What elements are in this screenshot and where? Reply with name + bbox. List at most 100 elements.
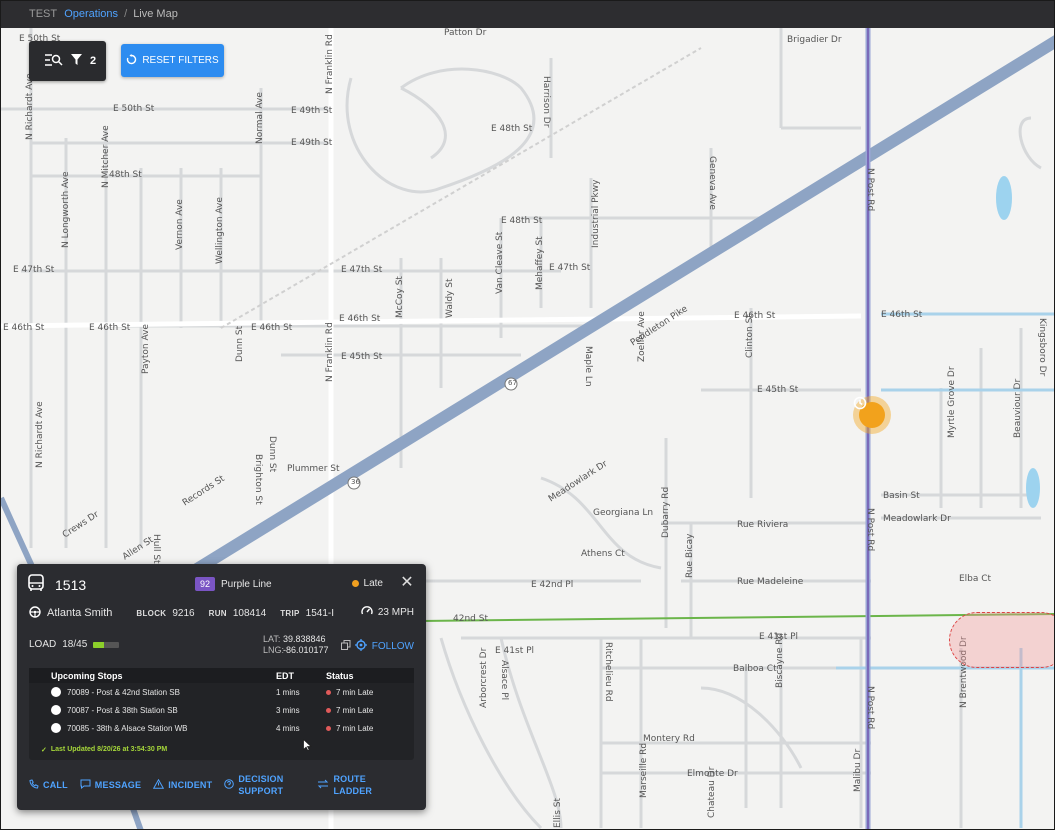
message-label: MESSAGE [94, 780, 142, 790]
load-value: 18/45 [62, 639, 88, 650]
decision-label-line2: SUPPORT [238, 786, 284, 796]
speed-value: 23 MPH [377, 607, 414, 618]
stop-status: 7 min Late [336, 723, 374, 733]
stop-radio[interactable] [51, 723, 61, 733]
route-badge: 92 Purple Line [195, 577, 272, 591]
stop-name: 70089 - Post & 42nd Station SB [67, 687, 180, 697]
clock-icon [853, 396, 885, 428]
search-list-icon[interactable] [45, 53, 63, 69]
trip-info: TRIP 1541-I [280, 608, 334, 619]
map-label: E 45th St [341, 352, 383, 362]
map-label: E 48th St [501, 216, 543, 226]
map-label: Georgiana Ln [593, 508, 654, 518]
vehicle-location-row: LOAD 18/45 LAT: 39.838846 LNG:-86.010177 … [29, 634, 414, 664]
message-button[interactable]: MESSAGE [80, 779, 141, 791]
lat-label: LAT: [263, 634, 281, 644]
run-info: RUN 108414 [209, 608, 267, 619]
map-label: Brigadier Dr [787, 35, 842, 45]
follow-label: FOLLOW [371, 641, 414, 652]
phone-icon [29, 779, 39, 791]
map-label: Mehaffey St [535, 236, 545, 290]
map-label: N Post Rd [865, 686, 875, 730]
map-label: Industrial Pkwy [591, 179, 601, 248]
route-name: Purple Line [221, 578, 272, 590]
call-button[interactable]: CALL [29, 779, 68, 791]
close-icon[interactable]: ✕ [399, 574, 415, 592]
follow-button[interactable]: FOLLOW [354, 639, 414, 654]
vehicle-status: Late [351, 578, 383, 589]
breadcrumb-current-page: Live Map [133, 8, 178, 20]
column-header-edt: EDT [276, 670, 294, 681]
vehicle-header: 1513 92 Purple Line Late ✕ [27, 573, 417, 596]
map-label: Vernon Ave [175, 199, 185, 250]
last-updated: ✓ Last Updated 8/20/26 at 3:54:30 PM [41, 746, 167, 754]
mouse-cursor-icon [303, 738, 313, 756]
map-label: Zoeller Ave [637, 311, 647, 362]
decision-label-line1: DECISION [238, 774, 284, 784]
stop-radio[interactable] [51, 687, 61, 697]
map-label: Waldy St [445, 278, 455, 318]
filter-icon[interactable] [71, 54, 82, 68]
map-label: Ritchelieu Rd [603, 642, 613, 702]
map-label: Harrison Dr [541, 76, 551, 128]
stop-radio[interactable] [51, 705, 61, 715]
run-label: RUN [208, 608, 227, 618]
vehicle-info-row: Atlanta Smith BLOCK 9216 RUN 108414 TRIP… [29, 605, 414, 621]
environment-label: TEST [29, 8, 58, 20]
map-label: E 46th St [881, 310, 923, 320]
stop-status: 7 min Late [336, 687, 374, 697]
table-row[interactable]: 70085 - 38th & Alsace Station WB 4 mins … [29, 719, 414, 737]
map-label: Arborcrest Dr [479, 647, 489, 708]
upcoming-stops-table: Upcoming Stops EDT Status 70089 - Post &… [29, 668, 414, 760]
stop-edt: 1 mins [276, 687, 300, 697]
map-label: E 46th St [251, 323, 293, 333]
incident-button[interactable]: INCIDENT [153, 778, 212, 791]
breadcrumb-operations-link[interactable]: Operations [64, 8, 118, 20]
map-label: Athens Ct [581, 549, 625, 559]
map-label: Patton Dr [444, 28, 487, 38]
vehicle-status-label: Late [363, 578, 383, 589]
decision-support-button[interactable]: DECISION SUPPORT [224, 773, 283, 797]
table-row[interactable]: 70089 - Post & 42nd Station SB 1 mins 7 … [29, 683, 414, 701]
route-ladder-button[interactable]: ROUTE LADDER [317, 773, 372, 797]
map-label: Montery Rd [643, 734, 695, 744]
status-dot-icon [351, 580, 359, 587]
map-label: Basin St [883, 491, 920, 501]
map-label: Rue Riviera [737, 520, 789, 530]
block-label: BLOCK [136, 608, 167, 618]
map-label: E 50th St [113, 104, 155, 114]
map-label: E 42nd Pl [531, 580, 574, 590]
map-label: E 45th St [757, 385, 799, 395]
vehicle-marker[interactable] [853, 396, 891, 434]
map-label: N Mitcher Ave [101, 125, 111, 188]
table-header: Upcoming Stops EDT Status [29, 668, 414, 683]
copy-icon[interactable] [341, 640, 351, 650]
map-label: Kingsboro Dr [1037, 318, 1047, 377]
map-label: Rue Bicay [685, 533, 695, 578]
block-value: 9216 [172, 607, 195, 619]
map-label: Payton Ave [141, 324, 151, 374]
map-label: Dunn St [235, 325, 245, 362]
detour-zone[interactable] [949, 612, 1054, 668]
speed-info: 23 MPH [361, 605, 414, 620]
call-label: CALL [43, 780, 68, 790]
map-label: N Post Rd [865, 508, 875, 552]
table-row[interactable]: 70087 - Post & 38th Station SB 3 mins 7 … [29, 701, 414, 719]
block-info: BLOCK 9216 [136, 608, 194, 619]
reset-filters-button[interactable]: RESET FILTERS [121, 44, 224, 77]
steering-wheel-icon [29, 605, 41, 621]
map-label: E 48th St [491, 124, 533, 134]
map-label: Alsace Pl [499, 660, 509, 701]
map-label: N Post Rd [865, 168, 875, 212]
map-label: Plummer St [287, 464, 340, 474]
map-label: Rue Madeleine [737, 577, 804, 587]
map-label: E 47th St [13, 265, 55, 275]
map-label: E 46th St [89, 323, 131, 333]
coordinates: LAT: 39.838846 LNG:-86.010177 [263, 634, 329, 656]
map-search-filter-control[interactable]: 2 [29, 41, 106, 81]
vehicle-detail-panel: 1513 92 Purple Line Late ✕ Atlanta Smith… [17, 564, 426, 810]
map-label: N Richardt Ave [25, 73, 35, 140]
map-label: Wellington Ave [215, 197, 225, 264]
map-label: 48th St [109, 170, 142, 180]
map-label: Malibu Dr [853, 748, 863, 792]
